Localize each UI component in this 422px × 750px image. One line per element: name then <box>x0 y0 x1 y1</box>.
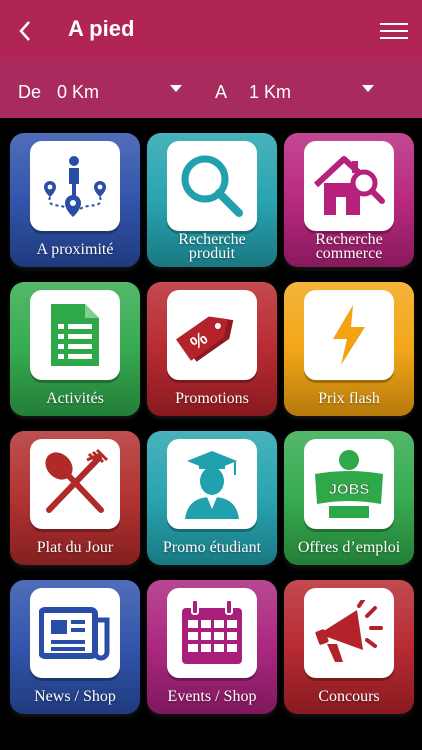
distance-filter-bar: De 0 Km A 1 Km <box>0 62 422 118</box>
tile-label: Recherche produit <box>178 231 246 262</box>
tile-label: Promo étudiant <box>162 539 262 556</box>
tile-promo-etudiant[interactable]: Promo étudiant <box>147 431 277 565</box>
hamburger-menu-button[interactable] <box>380 18 408 42</box>
to-dropdown-caret-icon[interactable] <box>362 85 374 92</box>
from-distance-select[interactable]: 0 Km <box>57 82 99 103</box>
jobs-text: JOBS <box>329 481 370 498</box>
tile-concours[interactable]: Concours <box>284 580 414 714</box>
menu-line-icon <box>380 23 408 25</box>
from-label: De <box>18 82 42 102</box>
spoon-fork-icon <box>30 439 120 529</box>
menu-line-icon <box>380 30 408 32</box>
tile-label: Plat du Jour <box>36 539 114 556</box>
tile-activites[interactable]: Activités <box>10 282 140 416</box>
tile-label: Promotions <box>175 390 249 407</box>
from-dropdown-caret-icon[interactable] <box>170 85 182 92</box>
calendar-icon <box>167 588 257 678</box>
tile-plat-du-jour[interactable]: Plat du Jour <box>10 431 140 565</box>
tile-events-shop[interactable]: Events / Shop <box>147 580 277 714</box>
tile-recherche-commerce[interactable]: Recherche commerce <box>284 133 414 267</box>
tile-news-shop[interactable]: News / Shop <box>10 580 140 714</box>
megaphone-icon <box>304 588 394 678</box>
tile-label: Offres d’emploi <box>297 539 401 556</box>
house-search-icon <box>304 141 394 231</box>
tile-a-proximite[interactable]: A proximité <box>10 133 140 267</box>
tile-promotions[interactable]: % Promotions <box>147 282 277 416</box>
menu-line-icon <box>380 37 408 39</box>
graduate-icon <box>167 439 257 529</box>
app-header: A pied <box>0 0 422 62</box>
price-tag-icon: % <box>167 290 257 380</box>
page-title: A pied <box>68 16 135 41</box>
newspaper-icon <box>30 588 120 678</box>
tile-label: News / Shop <box>34 688 116 705</box>
tile-label: Events / Shop <box>167 688 257 705</box>
tile-label: Recherche commerce <box>315 231 383 262</box>
tile-label: Concours <box>318 688 380 705</box>
tile-label: Activités <box>46 390 104 407</box>
back-button[interactable] <box>10 14 40 48</box>
to-label: A <box>215 82 228 102</box>
tile-label: A proximité <box>36 241 114 258</box>
lightning-icon <box>304 290 394 380</box>
jobs-icon: JOBS <box>304 439 394 529</box>
document-icon <box>30 290 120 380</box>
tile-label: Prix flash <box>318 390 380 407</box>
search-icon <box>167 141 257 231</box>
chevron-left-icon <box>19 21 30 41</box>
location-pins-icon <box>30 141 120 231</box>
tile-prix-flash[interactable]: Prix flash <box>284 282 414 416</box>
tile-recherche-produit[interactable]: Recherche produit <box>147 133 277 267</box>
to-distance-select[interactable]: 1 Km <box>249 82 291 103</box>
tile-offres-emploi[interactable]: JOBS Offres d’emploi <box>284 431 414 565</box>
